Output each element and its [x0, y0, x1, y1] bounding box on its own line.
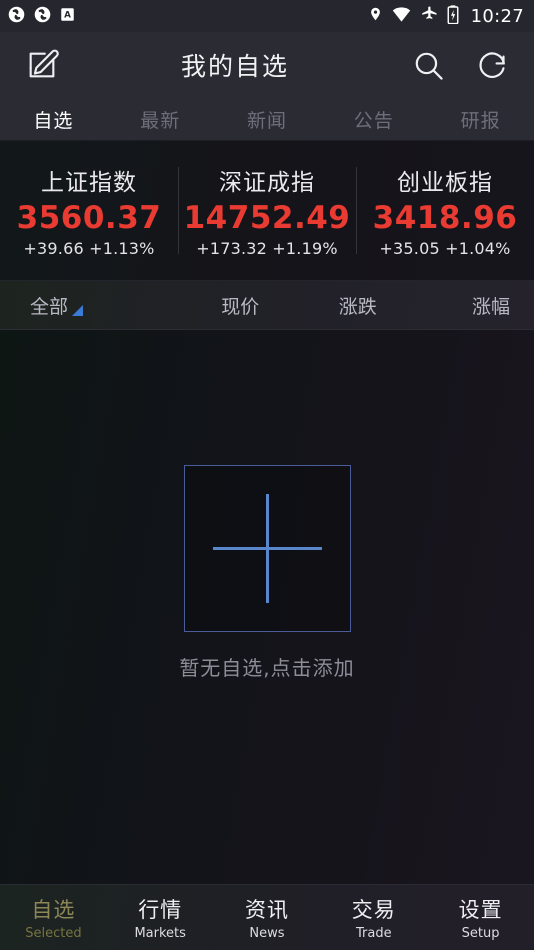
refresh-icon[interactable]: [472, 45, 512, 85]
tab-gonggao[interactable]: 公告: [320, 106, 427, 133]
nav-label-cn: 设置: [458, 898, 503, 922]
index-change: +39.66 +1.13%: [23, 239, 155, 258]
column-current-price[interactable]: 现价: [182, 292, 299, 319]
watchlist-content: 暂无自选,点击添加: [0, 330, 534, 884]
status-bar-system: 10:27: [368, 4, 524, 28]
nav-label-en: Setup: [461, 926, 500, 941]
nav-label-en: Markets: [134, 926, 186, 941]
index-card-chinext[interactable]: 创业板指 3418.96 +35.05 +1.04%: [356, 141, 534, 280]
nav-label-cn: 行情: [138, 898, 183, 922]
page-title: 我的自选: [180, 52, 289, 81]
battery-charging-icon: [447, 4, 459, 28]
watchlist-column-header: 全部 现价 涨跌 涨幅: [0, 281, 534, 330]
column-change-amount[interactable]: 涨跌: [299, 292, 416, 319]
index-name: 上证指数: [41, 170, 137, 196]
status-bar: A 10:27: [0, 0, 534, 32]
nav-label-cn: 交易: [351, 898, 396, 922]
svg-text:A: A: [64, 10, 71, 20]
index-card-shenzhen[interactable]: 深证成指 14752.49 +173.32 +1.19%: [178, 141, 356, 280]
index-change: +35.05 +1.04%: [379, 239, 511, 258]
nav-item-news[interactable]: 资讯 News: [214, 894, 321, 941]
sync-circle-icon: [34, 6, 51, 27]
filter-all-dropdown[interactable]: 全部: [0, 292, 182, 319]
nav-label-en: Trade: [355, 926, 392, 941]
letter-a-badge-icon: A: [60, 7, 75, 26]
index-change: +173.32 +1.19%: [196, 239, 338, 258]
index-value: 14752.49: [183, 200, 351, 236]
nav-item-trade[interactable]: 交易 Trade: [320, 894, 427, 941]
nav-item-selected[interactable]: 自选 Selected: [0, 894, 107, 941]
tab-zixuan[interactable]: 自选: [0, 106, 107, 133]
tab-zuixin[interactable]: 最新: [107, 106, 214, 133]
edit-square-icon[interactable]: [22, 45, 62, 85]
wifi-icon: [392, 6, 411, 27]
nav-label-en: Selected: [25, 926, 82, 941]
index-value: 3560.37: [16, 200, 162, 236]
column-change-percent[interactable]: 涨幅: [416, 292, 533, 319]
add-stock-button[interactable]: [183, 465, 351, 632]
market-index-bar: 上证指数 3560.37 +39.66 +1.13% 深证成指 14752.49…: [0, 141, 534, 281]
empty-state: 暂无自选,点击添加: [0, 465, 534, 681]
index-name: 创业板指: [397, 170, 493, 196]
status-bar-clock: 10:27: [470, 5, 524, 27]
tab-xinwen[interactable]: 新闻: [214, 106, 321, 133]
search-icon[interactable]: [408, 45, 448, 85]
airplane-mode-icon: [420, 5, 438, 27]
top-tab-bar: 自选 最新 新闻 公告 研报: [0, 98, 534, 141]
filter-all-label: 全部: [30, 295, 69, 318]
sort-triangle-icon: [72, 304, 84, 316]
nav-item-setup[interactable]: 设置 Setup: [427, 894, 534, 941]
index-card-shanghai[interactable]: 上证指数 3560.37 +39.66 +1.13%: [0, 141, 178, 280]
empty-state-message: 暂无自选,点击添加: [179, 656, 355, 680]
plus-icon-vertical: [265, 494, 269, 603]
app-header: 我的自选: [0, 32, 534, 98]
status-bar-notifications: A: [8, 6, 75, 27]
index-value: 3418.96: [372, 200, 518, 236]
nav-label-cn: 资讯: [244, 898, 289, 922]
location-pin-icon: [368, 5, 383, 27]
nav-label-cn: 自选: [31, 898, 76, 922]
nav-item-markets[interactable]: 行情 Markets: [107, 894, 214, 941]
index-name: 深证成指: [219, 170, 315, 196]
bottom-navigation: 自选 Selected 行情 Markets 资讯 News 交易 Trade …: [0, 884, 534, 950]
app-screen: A 10:27 我的自选 自选 最新 新闻 公告 研报 上证指数 3560.37…: [0, 0, 534, 950]
sync-circle-icon: [8, 6, 25, 27]
tab-yanbao[interactable]: 研报: [427, 106, 534, 133]
nav-label-en: News: [249, 926, 285, 941]
